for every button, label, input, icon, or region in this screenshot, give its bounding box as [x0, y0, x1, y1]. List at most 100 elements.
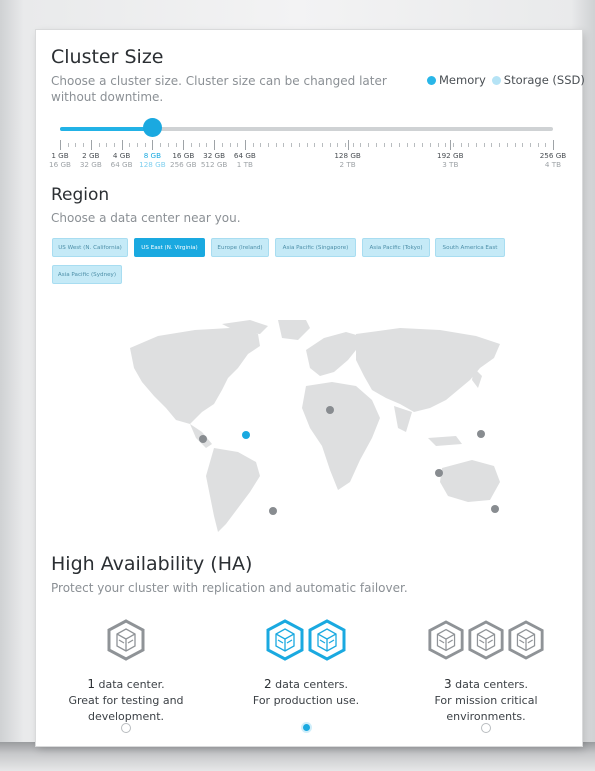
memory-size-label: 256 GB — [539, 151, 567, 160]
slider-size-label[interactable]: 256 GB 4 TB — [533, 151, 573, 169]
ha-option-3-desc1: For mission critical — [434, 694, 538, 707]
slider-minor-tick — [129, 143, 131, 147]
region-button-us-west[interactable]: US West (N. California) — [52, 238, 128, 257]
slider-minor-tick — [191, 143, 192, 147]
backdrop-floor — [0, 742, 595, 771]
slider-minor-tick — [445, 143, 447, 147]
slider-major-tick — [244, 140, 246, 150]
slider-size-label[interactable]: 64 GB 1 TB — [225, 151, 265, 169]
slider-minor-tick — [360, 143, 362, 147]
slider-size-label[interactable]: 128 GB 2 TB — [328, 151, 368, 169]
slider-minor-tick — [167, 143, 169, 147]
slider-minor-tick — [398, 143, 400, 147]
slider-minor-tick — [337, 143, 339, 147]
datacenter-pin-us-west[interactable] — [199, 435, 207, 443]
slider-minor-tick — [483, 143, 485, 147]
slider-minor-tick — [67, 143, 69, 147]
slider-minor-tick — [329, 143, 331, 147]
ha-radio-3[interactable] — [481, 723, 491, 733]
slider-minor-tick — [314, 143, 316, 147]
cluster-size-subtitle: Choose a cluster size. Cluster size can … — [51, 74, 387, 104]
ha-option-3[interactable]: 3 data centers. For mission critical env… — [406, 618, 566, 725]
datacenter-pin-europe[interactable] — [326, 406, 334, 414]
slider-major-tick — [152, 140, 154, 150]
slider-minor-tick — [321, 143, 323, 147]
slider-minor-tick — [75, 143, 77, 147]
ha-option-2[interactable]: 2 data centers. For production use. — [226, 618, 386, 709]
slider-minor-tick — [260, 143, 262, 147]
storage-size-label: 4 TB — [544, 160, 562, 169]
datacenter-pin-us-east[interactable] — [242, 431, 250, 439]
region-button-singapore[interactable]: Asia Pacific (Singapore) — [275, 238, 356, 257]
slider-minor-tick — [221, 143, 223, 147]
slider-minor-tick — [383, 143, 385, 147]
memory-size-label: 128 GB — [334, 151, 361, 160]
ha-option-2-desc1: For production use. — [252, 694, 360, 707]
slider-minor-tick — [429, 143, 431, 147]
ha-title: High Availability (HA) — [51, 553, 253, 575]
memory-size-label: 192 GB — [437, 151, 464, 160]
slider-major-tick — [553, 140, 554, 150]
slider-minor-tick — [476, 143, 477, 147]
size-slider-handle[interactable] — [142, 118, 162, 137]
slider-minor-tick — [160, 143, 162, 147]
legend-memory: Memory — [427, 73, 486, 87]
slider-major-tick — [60, 140, 61, 150]
ha-option-2-count: 2 — [263, 677, 272, 691]
ha-option-1-unit: data center. — [98, 678, 165, 691]
datacenter-gray-icon — [508, 620, 544, 660]
slider-minor-tick — [506, 143, 508, 147]
datacenter-pin-sydney[interactable] — [491, 505, 499, 513]
slider-minor-tick — [198, 143, 200, 147]
slider-major-tick — [183, 140, 185, 150]
datacenter-pin-south-america[interactable] — [269, 507, 277, 515]
ha-radio-2[interactable] — [301, 722, 312, 733]
slider-minor-tick — [275, 143, 277, 147]
slider-major-tick — [214, 140, 216, 150]
storage-dot-icon — [491, 76, 501, 85]
ha-radio-1[interactable] — [121, 723, 131, 733]
slider-minor-tick — [491, 143, 493, 147]
slider-minor-tick — [406, 143, 408, 147]
slider-major-tick — [121, 140, 123, 150]
slider-minor-tick — [499, 143, 501, 147]
size-legend: Memory Storage (SSD) — [427, 73, 585, 87]
slider-minor-tick — [352, 143, 354, 147]
storage-size-label: 3 TB — [442, 160, 459, 169]
ha-option-3-desc2: environments. — [446, 710, 526, 723]
storage-size-label: 1 TB — [236, 160, 253, 169]
slider-minor-tick — [252, 143, 254, 147]
slider-minor-tick — [83, 143, 85, 147]
ha-option-1[interactable]: 1 data center. Great for testing and dev… — [46, 618, 206, 725]
datacenter-pin-singapore[interactable] — [435, 469, 443, 477]
region-button-south-america[interactable]: South America East — [435, 238, 505, 257]
cluster-size-title: Cluster Size — [51, 46, 164, 68]
ha-option-1-desc2: development. — [87, 710, 165, 723]
slider-major-tick — [450, 140, 452, 150]
region-button-sydney[interactable]: Asia Pacific (Sydney) — [52, 265, 122, 284]
slider-size-label[interactable]: 192 GB 3 TB — [430, 151, 470, 169]
datacenter-blue-icon — [266, 619, 304, 661]
slider-minor-tick — [113, 143, 115, 147]
slider-minor-tick — [529, 143, 531, 147]
region-button-europe[interactable]: Europe (Ireland) — [211, 238, 269, 257]
datacenter-blue-icon — [308, 619, 346, 661]
memory-size-label: 64 GB — [233, 151, 256, 160]
datacenter-gray-icon — [428, 620, 464, 660]
ha-subtitle: Protect your cluster with replication an… — [51, 581, 408, 595]
slider-minor-tick — [537, 143, 539, 147]
storage-size-label: 2 TB — [339, 160, 356, 169]
slider-minor-tick — [422, 143, 423, 147]
region-button-tokyo[interactable]: Asia Pacific (Tokyo) — [362, 238, 430, 257]
slider-minor-tick — [391, 143, 393, 147]
datacenter-pin-tokyo[interactable] — [477, 430, 485, 438]
slider-minor-tick — [106, 143, 108, 147]
slider-minor-tick — [514, 143, 516, 147]
slider-minor-tick — [175, 143, 177, 147]
region-title: Region — [51, 185, 110, 205]
region-button-us-east[interactable]: US East (N. Virginia) — [134, 238, 205, 257]
ha-option-1-count: 1 — [87, 677, 95, 691]
slider-minor-tick — [368, 143, 370, 147]
datacenter-gray-icon — [107, 619, 145, 661]
slider-minor-tick — [298, 143, 300, 147]
